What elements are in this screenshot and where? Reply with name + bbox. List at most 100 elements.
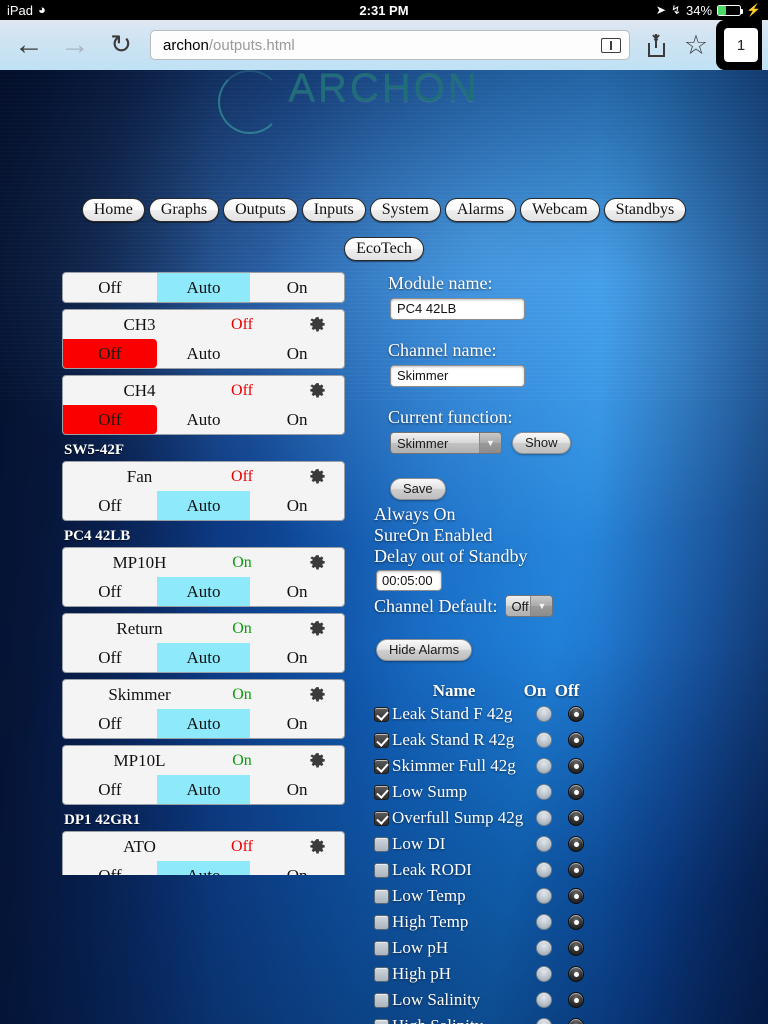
alarm-on-radio[interactable] bbox=[536, 784, 552, 800]
tab-count[interactable]: 1 bbox=[724, 28, 758, 62]
alarm-enable-checkbox[interactable] bbox=[374, 966, 389, 982]
reader-view-icon[interactable] bbox=[601, 37, 621, 53]
alarm-enable-checkbox[interactable] bbox=[374, 810, 389, 826]
channel-mode-off-button[interactable]: Off bbox=[63, 577, 157, 606]
channel-mode-buttons[interactable]: OffAutoOn bbox=[63, 577, 344, 606]
alarm-off-radio[interactable] bbox=[568, 940, 584, 956]
alarm-off-radio[interactable] bbox=[568, 784, 584, 800]
channel-mode-buttons[interactable]: OffAutoOn bbox=[63, 339, 344, 368]
alarm-on-radio[interactable] bbox=[536, 966, 552, 982]
nav-link-alarms[interactable]: Alarms bbox=[444, 198, 516, 222]
alarm-enable-checkbox[interactable] bbox=[374, 888, 389, 904]
alarm-off-radio[interactable] bbox=[568, 810, 584, 826]
channel-mode-off-button[interactable]: Off bbox=[63, 709, 157, 738]
channel-card[interactable]: Skimmer On Off Auto On bbox=[62, 679, 345, 739]
alarm-enable-checkbox[interactable] bbox=[374, 940, 389, 956]
channel-mode-buttons[interactable]: OffAutoOn bbox=[63, 861, 344, 875]
channel-mode-buttons[interactable]: OffAutoOn bbox=[63, 709, 344, 738]
save-button[interactable]: Save bbox=[390, 478, 446, 500]
alarm-on-radio[interactable] bbox=[536, 836, 552, 852]
channel-card[interactable]: MP10L On Off Auto On bbox=[62, 745, 345, 805]
alarm-off-radio[interactable] bbox=[568, 862, 584, 878]
nav-link-ecotech[interactable]: EcoTech bbox=[344, 237, 424, 261]
gear-icon[interactable] bbox=[290, 620, 344, 637]
channel-mode-on-button[interactable]: On bbox=[250, 491, 344, 520]
alarm-off-radio[interactable] bbox=[568, 732, 584, 748]
alarm-off-radio[interactable] bbox=[568, 1018, 584, 1024]
tab-switcher[interactable]: 1 bbox=[716, 20, 762, 70]
forward-arrow-icon[interactable]: → bbox=[52, 23, 98, 67]
alarm-on-radio[interactable] bbox=[536, 940, 552, 956]
alarm-on-radio[interactable] bbox=[536, 732, 552, 748]
alarm-enable-checkbox[interactable] bbox=[374, 836, 389, 852]
gear-icon[interactable] bbox=[290, 752, 344, 769]
channel-mode-on-button[interactable]: On bbox=[250, 775, 344, 804]
alarm-on-radio[interactable] bbox=[536, 1018, 552, 1024]
channel-mode-off-button[interactable]: Off bbox=[63, 861, 157, 875]
channel-mode-auto-button[interactable]: Auto bbox=[156, 709, 251, 738]
channel-mode-auto-button[interactable]: Auto bbox=[157, 339, 251, 368]
show-button[interactable]: Show bbox=[512, 432, 571, 454]
channel-mode-off-button[interactable]: Off bbox=[63, 273, 157, 302]
channel-name-input[interactable]: Skimmer bbox=[390, 365, 525, 387]
channel-card[interactable]: Fan Off Off Auto On bbox=[62, 461, 345, 521]
delay-out-of-standby-input[interactable]: 00:05:00 bbox=[376, 570, 442, 591]
channel-mode-auto-button[interactable]: Auto bbox=[156, 273, 251, 302]
nav-link-inputs[interactable]: Inputs bbox=[301, 198, 366, 222]
channel-card[interactable]: CH3 Off Off Auto On bbox=[62, 309, 345, 369]
channel-mode-auto-button[interactable]: Auto bbox=[156, 643, 251, 672]
alarm-off-radio[interactable] bbox=[568, 966, 584, 982]
channel-mode-auto-button[interactable]: Auto bbox=[156, 577, 251, 606]
channel-mode-buttons[interactable]: OffAutoOn bbox=[63, 643, 344, 672]
current-function-select[interactable]: Skimmer ▼ bbox=[390, 432, 502, 454]
channel-card[interactable]: Return On Off Auto On bbox=[62, 613, 345, 673]
alarm-off-radio[interactable] bbox=[568, 758, 584, 774]
channel-mode-on-button[interactable]: On bbox=[250, 861, 344, 875]
back-arrow-icon[interactable]: ← bbox=[6, 23, 52, 67]
alarm-enable-checkbox[interactable] bbox=[374, 732, 389, 748]
channel-mode-on-button[interactable]: On bbox=[250, 643, 344, 672]
alarm-off-radio[interactable] bbox=[568, 836, 584, 852]
channel-mode-auto-button[interactable]: Auto bbox=[156, 775, 251, 804]
gear-icon[interactable] bbox=[290, 316, 344, 333]
channel-mode-auto-button[interactable]: Auto bbox=[156, 491, 251, 520]
alarm-on-radio[interactable] bbox=[536, 992, 552, 1008]
channel-mode-off-button[interactable]: Off bbox=[63, 491, 157, 520]
nav-link-graphs[interactable]: Graphs bbox=[148, 198, 220, 222]
channel-mode-on-button[interactable]: On bbox=[250, 339, 344, 368]
channel-mode-buttons[interactable]: OffAutoOn bbox=[63, 491, 344, 520]
gear-icon[interactable] bbox=[290, 838, 344, 855]
hide-alarms-button[interactable]: Hide Alarms bbox=[376, 639, 473, 661]
channel-mode-on-button[interactable]: On bbox=[250, 709, 344, 738]
channel-mode-off-button[interactable]: Off bbox=[63, 339, 157, 368]
nav-link-standbys[interactable]: Standbys bbox=[603, 198, 687, 222]
channel-mode-on-button[interactable]: On bbox=[250, 577, 344, 606]
alarm-enable-checkbox[interactable] bbox=[374, 992, 389, 1008]
channel-card[interactable]: ATOOffOffAutoOn bbox=[62, 831, 345, 875]
channel-mode-auto-button[interactable]: Auto bbox=[156, 861, 251, 875]
alarm-enable-checkbox[interactable] bbox=[374, 1018, 389, 1024]
channel-mode-off-button[interactable]: Off bbox=[63, 643, 157, 672]
alarm-enable-checkbox[interactable] bbox=[374, 758, 389, 774]
channel-card[interactable]: CH4 Off Off Auto On bbox=[62, 375, 345, 435]
gear-icon[interactable] bbox=[290, 554, 344, 571]
channel-mode-auto-button[interactable]: Auto bbox=[157, 405, 251, 434]
alarm-off-radio[interactable] bbox=[568, 914, 584, 930]
nav-link-webcam[interactable]: Webcam bbox=[519, 198, 600, 222]
gear-icon[interactable] bbox=[290, 382, 344, 399]
gear-icon[interactable] bbox=[290, 468, 344, 485]
gear-icon[interactable] bbox=[290, 686, 344, 703]
channel-card[interactable]: Off Auto On bbox=[62, 272, 345, 303]
alarm-enable-checkbox[interactable] bbox=[374, 706, 389, 722]
alarm-off-radio[interactable] bbox=[568, 888, 584, 904]
channel-mode-off-button[interactable]: Off bbox=[63, 405, 157, 434]
channel-mode-on-button[interactable]: On bbox=[250, 273, 344, 302]
bookmark-star-icon[interactable]: ☆ bbox=[676, 23, 716, 67]
module-name-input[interactable]: PC4 42LB bbox=[390, 298, 525, 320]
alarm-on-radio[interactable] bbox=[536, 888, 552, 904]
nav-link-outputs[interactable]: Outputs bbox=[223, 198, 298, 222]
channel-mode-buttons[interactable]: OffAutoOn bbox=[63, 405, 344, 434]
alarm-off-radio[interactable] bbox=[568, 992, 584, 1008]
alarm-on-radio[interactable] bbox=[536, 914, 552, 930]
share-icon[interactable] bbox=[636, 23, 676, 67]
